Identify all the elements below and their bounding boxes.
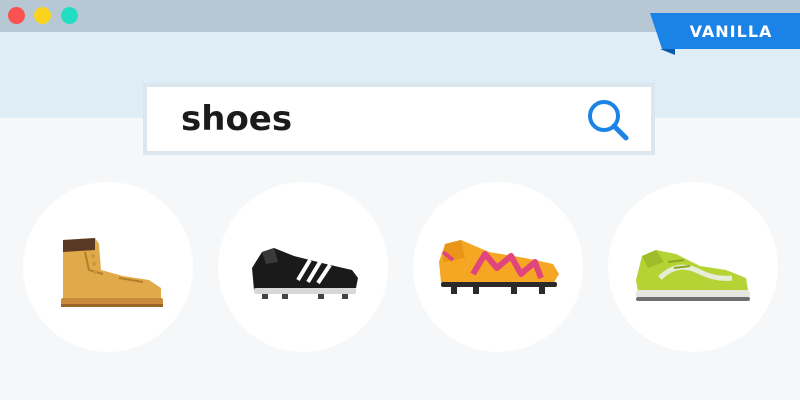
product-result-sneaker[interactable]	[608, 182, 778, 352]
product-result-boot[interactable]	[23, 182, 193, 352]
minimize-window-button[interactable]	[34, 7, 51, 24]
vanilla-badge: VANILLA	[650, 13, 800, 49]
football-boot-black-icon	[252, 248, 358, 299]
search-icon[interactable]	[585, 97, 631, 143]
product-result-football-boot-black[interactable]	[218, 182, 388, 352]
search-box[interactable]: shoes	[143, 83, 655, 155]
badge-label: VANILLA	[689, 21, 773, 41]
maximize-window-button[interactable]	[61, 7, 78, 24]
product-result-football-boot-orange[interactable]	[413, 182, 583, 352]
work-boot-icon	[61, 238, 163, 307]
football-boot-orange-icon	[439, 240, 559, 294]
close-window-button[interactable]	[8, 7, 25, 24]
sneaker-green-icon	[636, 250, 750, 301]
search-input[interactable]: shoes	[181, 87, 292, 151]
